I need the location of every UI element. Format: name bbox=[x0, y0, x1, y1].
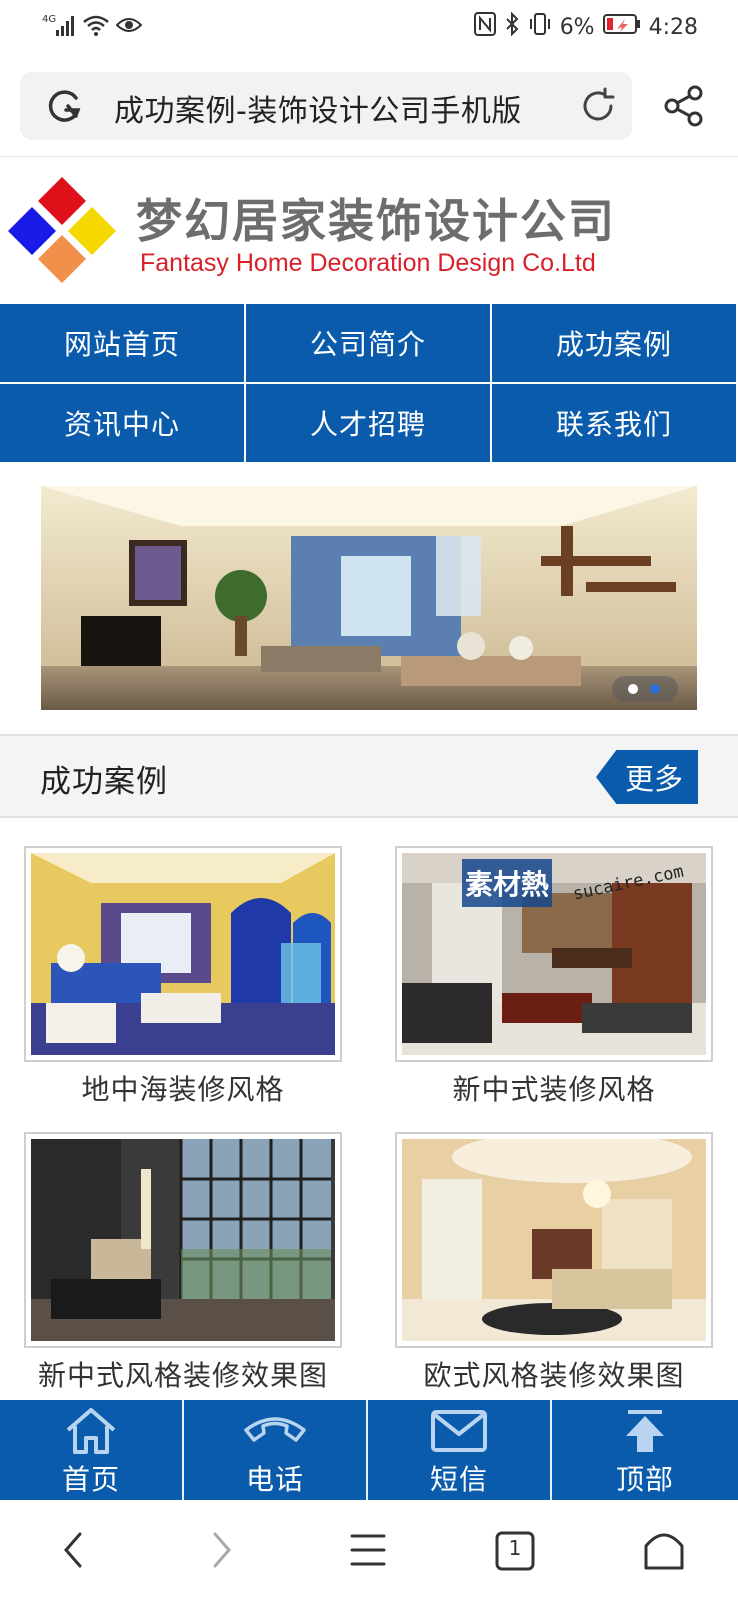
tabs-button[interactable]: 1 bbox=[494, 1530, 536, 1576]
carousel-dot[interactable] bbox=[628, 684, 638, 694]
company-name-en: Fantasy Home Decoration Design Co.Ltd bbox=[140, 249, 596, 277]
case-card[interactable]: 新中式风格装修效果图 bbox=[24, 1132, 342, 1394]
tab-count: 1 bbox=[508, 1536, 522, 1560]
reload-icon[interactable] bbox=[578, 86, 618, 130]
home-nav-icon[interactable] bbox=[642, 1530, 686, 1576]
toolbar-phone-button[interactable]: 电话 bbox=[184, 1400, 366, 1500]
mail-icon bbox=[368, 1406, 550, 1456]
bottom-toolbar: 首页 电话 短信 顶部 bbox=[0, 1400, 738, 1500]
case-label[interactable]: 欧式风格装修效果图 bbox=[395, 1354, 713, 1394]
case-card[interactable]: 地中海装修风格 bbox=[24, 846, 342, 1108]
browser-nav-bar: 1 bbox=[0, 1500, 738, 1600]
site-header[interactable]: 梦幻居家装饰设计公司 Fantasy Home Decoration Desig… bbox=[0, 157, 738, 303]
case-card[interactable]: 素材熱 sucaire.com 新中式装修风格 bbox=[395, 846, 713, 1108]
toolbar-top-label: 顶部 bbox=[615, 1463, 674, 1496]
case-label[interactable]: 地中海装修风格 bbox=[24, 1068, 342, 1108]
battery-icon bbox=[602, 13, 641, 41]
arrow-up-icon bbox=[552, 1406, 738, 1456]
carousel-indicator[interactable] bbox=[612, 676, 678, 702]
carousel-dot-active[interactable] bbox=[650, 684, 660, 694]
case-image[interactable] bbox=[31, 1139, 335, 1341]
address-bar[interactable]: 成功案例-装饰设计公司手机版 bbox=[20, 72, 632, 140]
share-icon[interactable] bbox=[662, 84, 706, 132]
toolbar-phone-label: 电话 bbox=[245, 1463, 304, 1496]
battery-percent: 6% bbox=[559, 14, 595, 40]
nav-item-home[interactable]: 网站首页 bbox=[0, 304, 244, 382]
nav-item-cases[interactable]: 成功案例 bbox=[492, 304, 736, 382]
nav-item-jobs[interactable]: 人才招聘 bbox=[246, 384, 490, 462]
section-title: 成功案例 bbox=[40, 764, 168, 800]
case-image[interactable] bbox=[31, 853, 335, 1055]
toolbar-home-label: 首页 bbox=[61, 1463, 120, 1496]
wifi-icon bbox=[82, 13, 110, 41]
more-button[interactable]: 更多 bbox=[596, 750, 698, 804]
case-image[interactable]: 素材熱 sucaire.com bbox=[402, 853, 706, 1055]
vibrate-icon bbox=[528, 12, 552, 42]
case-image[interactable] bbox=[402, 1139, 706, 1341]
banner-carousel[interactable] bbox=[41, 486, 697, 710]
forward-icon[interactable] bbox=[205, 1530, 235, 1574]
case-label[interactable]: 新中式风格装修效果图 bbox=[24, 1354, 342, 1394]
toolbar-home-button[interactable]: 首页 bbox=[0, 1400, 182, 1500]
banner-image bbox=[41, 486, 697, 710]
toolbar-sms-label: 短信 bbox=[429, 1463, 488, 1496]
search-engine-icon[interactable] bbox=[46, 86, 86, 130]
toolbar-top-button[interactable]: 顶部 bbox=[552, 1400, 738, 1500]
network-type: 4G bbox=[42, 14, 56, 25]
company-logo-icon bbox=[4, 175, 120, 289]
case-label[interactable]: 新中式装修风格 bbox=[395, 1068, 713, 1108]
eye-icon bbox=[115, 15, 143, 39]
nav-item-contact[interactable]: 联系我们 bbox=[492, 384, 736, 462]
toolbar-sms-button[interactable]: 短信 bbox=[368, 1400, 550, 1500]
page-title[interactable]: 成功案例-装饰设计公司手机版 bbox=[114, 86, 522, 130]
cases-section-header: 成功案例 更多 bbox=[0, 734, 738, 818]
back-icon[interactable] bbox=[60, 1530, 90, 1574]
signal-icon: 4G bbox=[42, 12, 76, 42]
nav-item-about[interactable]: 公司简介 bbox=[246, 304, 490, 382]
status-bar: 4G 6% 4:28 bbox=[0, 0, 738, 56]
bluetooth-icon bbox=[504, 11, 520, 42]
nfc-icon bbox=[473, 12, 496, 42]
clock: 4:28 bbox=[648, 14, 698, 40]
phone-icon bbox=[184, 1406, 366, 1456]
home-icon bbox=[0, 1406, 182, 1456]
company-name-cn: 梦幻居家装饰设计公司 bbox=[136, 194, 616, 248]
menu-icon[interactable] bbox=[348, 1530, 388, 1574]
watermark: 素材熱 bbox=[462, 859, 552, 907]
case-card[interactable]: 欧式风格装修效果图 bbox=[395, 1132, 713, 1394]
main-nav: 网站首页 公司简介 成功案例 资讯中心 人才招聘 联系我们 bbox=[0, 304, 738, 464]
nav-item-news[interactable]: 资讯中心 bbox=[0, 384, 244, 462]
